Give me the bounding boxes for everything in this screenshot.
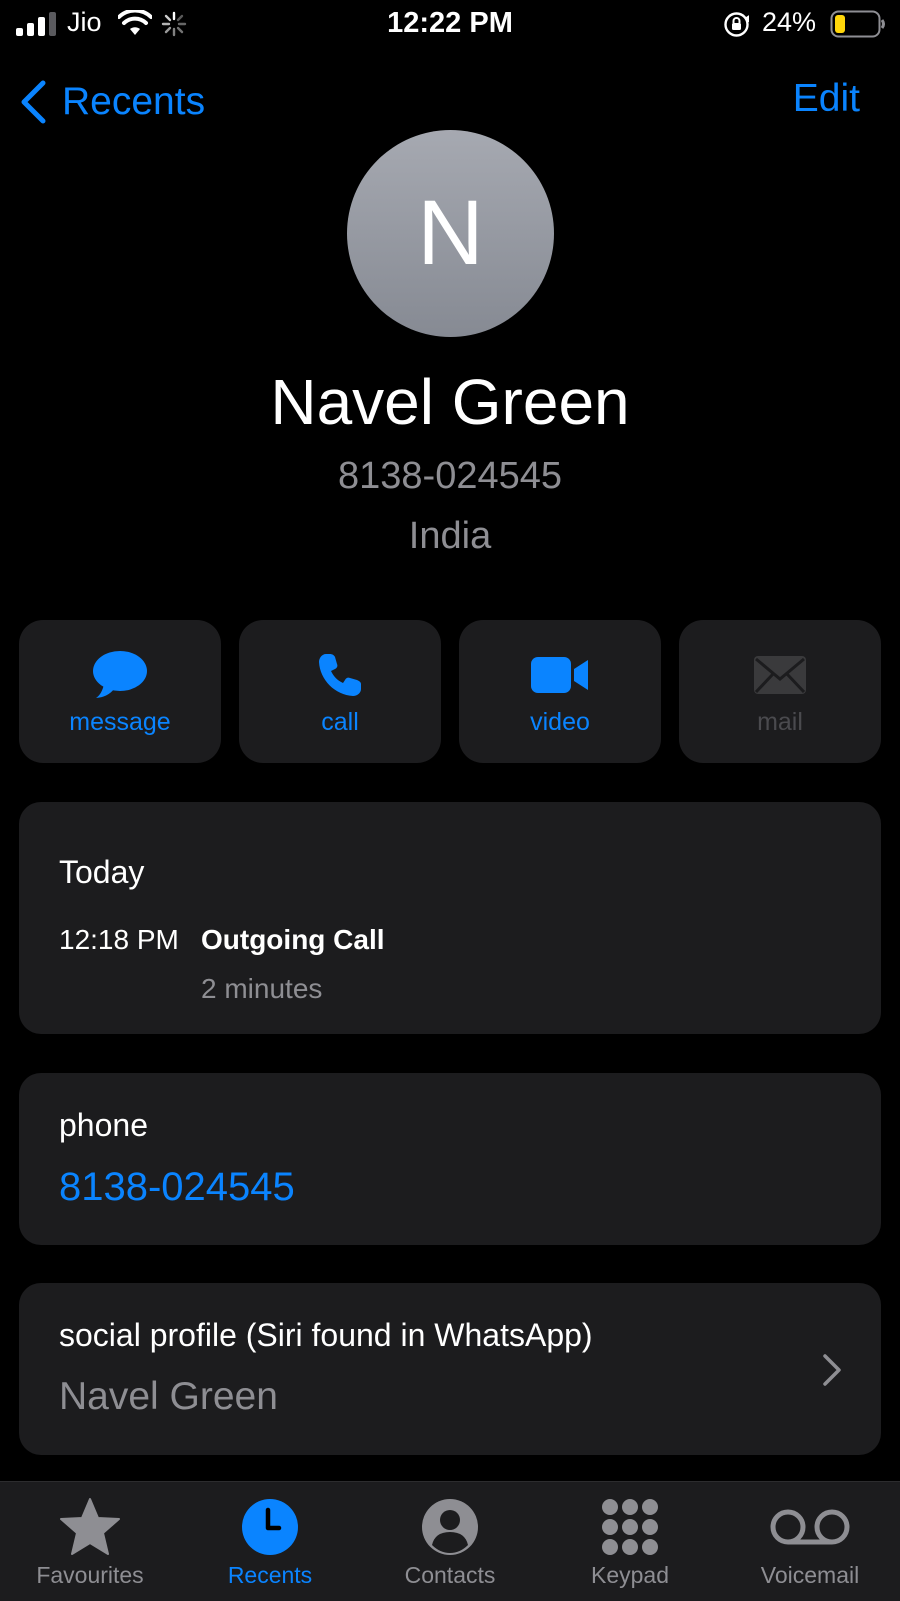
tab-contacts-label: Contacts	[404, 1562, 496, 1588]
video-button-label: video	[530, 708, 590, 736]
video-camera-icon	[531, 657, 588, 693]
clock-icon	[242, 1499, 298, 1555]
recent-call-type: Outgoing Call	[201, 924, 385, 955]
tab-keypad-label: Keypad	[590, 1562, 669, 1588]
phone-number-link[interactable]: 8138-024545	[59, 1165, 295, 1210]
rotation-lock-icon	[724, 12, 749, 37]
chevron-left-icon	[21, 80, 46, 124]
recent-call-day: Today	[59, 854, 145, 890]
tab-recents-label: Recents	[227, 1562, 313, 1588]
mail-button-label: mail	[757, 708, 803, 736]
mail-button[interactable]: mail	[679, 620, 881, 763]
contact-name: Navel Green	[270, 366, 630, 438]
social-profile-name: Navel Green	[59, 1375, 278, 1418]
tab-favourites[interactable]: Favourites	[0, 1482, 180, 1601]
person-circle-icon	[422, 1499, 478, 1555]
recent-calls-card: Today 12:18 PM Outgoing Call 2 minutes	[19, 802, 881, 1034]
social-profile-label: social profile (Siri found in WhatsApp)	[59, 1317, 593, 1353]
phone-number-row[interactable]: phone 8138-024545	[19, 1073, 881, 1245]
keypad-grid-icon	[602, 1499, 658, 1555]
avatar-initial: N	[417, 182, 484, 284]
recent-call-duration: 2 minutes	[201, 973, 323, 1004]
contact-avatar: N	[347, 130, 554, 337]
recent-call-time: 12:18 PM	[59, 924, 179, 955]
battery-percentage: 24%	[762, 7, 817, 37]
contact-number: 8138-024545	[338, 455, 562, 497]
message-button-label: message	[69, 708, 171, 736]
social-profile-row[interactable]: social profile (Siri found in WhatsApp) …	[19, 1283, 881, 1455]
video-button[interactable]: video	[459, 620, 661, 763]
chevron-right-icon	[823, 1354, 841, 1386]
call-button[interactable]: call	[239, 620, 441, 763]
tab-favourites-label: Favourites	[36, 1562, 144, 1588]
tab-voicemail-label: Voicemail	[760, 1562, 860, 1588]
back-button[interactable]: Recents	[18, 74, 205, 130]
tab-recents[interactable]: Recents	[180, 1482, 360, 1601]
contact-country: India	[408, 515, 492, 557]
back-button-label: Recents	[62, 80, 206, 123]
phone-icon	[319, 654, 361, 696]
voicemail-icon	[770, 1509, 850, 1545]
battery-icon	[830, 10, 885, 38]
tab-voicemail[interactable]: Voicemail	[720, 1482, 900, 1601]
tab-bar: Favourites Recents Contacts Keypad Voice…	[0, 1481, 900, 1601]
phone-field-label: phone	[59, 1107, 148, 1143]
star-icon	[60, 1498, 120, 1555]
message-button[interactable]: message	[19, 620, 221, 763]
status-bar: Jio 12:22 PM 24%	[0, 0, 900, 50]
tab-contacts[interactable]: Contacts	[360, 1482, 540, 1601]
mail-envelope-icon	[754, 656, 806, 694]
edit-button[interactable]: Edit	[793, 77, 860, 121]
tab-keypad[interactable]: Keypad	[540, 1482, 720, 1601]
message-bubble-icon	[93, 651, 147, 698]
call-button-label: call	[321, 708, 359, 736]
